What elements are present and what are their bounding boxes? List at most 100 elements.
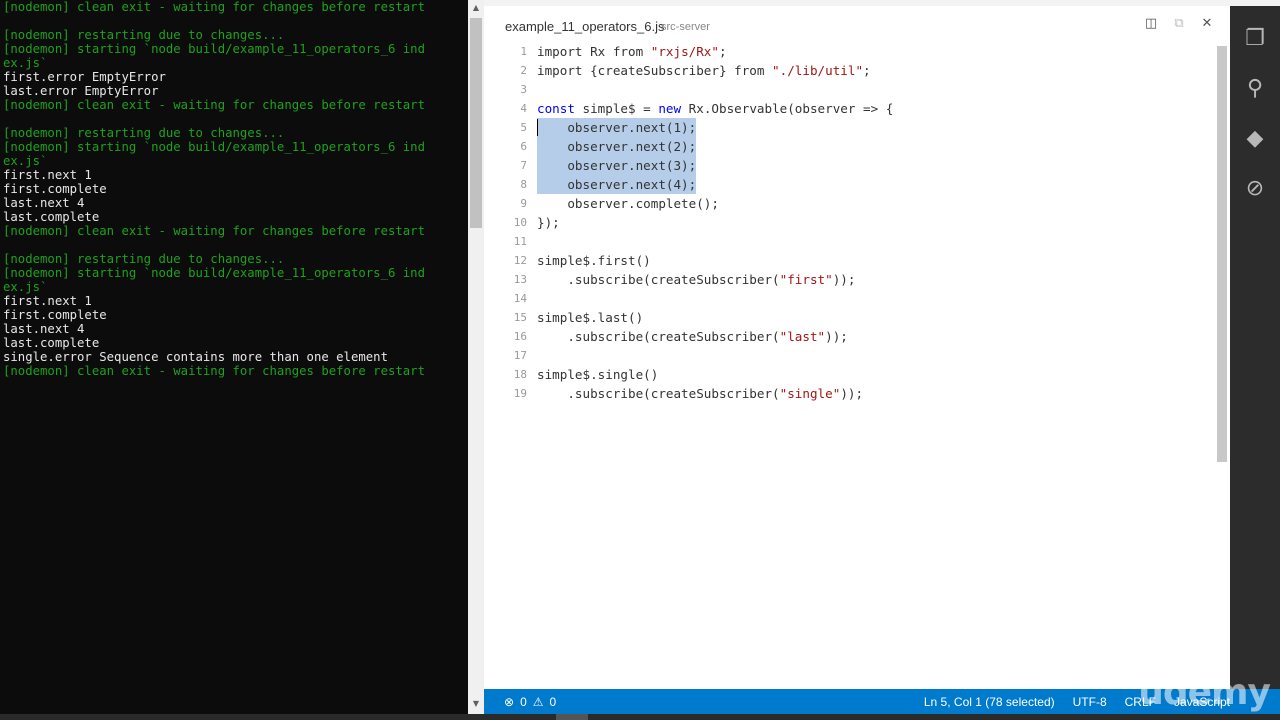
code-line[interactable]: 10}); [484,213,1214,232]
bottom-strip-thumb [556,714,588,720]
code-text: observer.next(4); [537,175,697,194]
code-line[interactable]: 18 simple$.single() [484,365,1214,384]
text-cursor [537,119,538,136]
terminal-line: [nodemon] clean exit - waiting for chang… [3,224,425,238]
code-line[interactable]: 15 simple$.last() [484,308,1214,327]
line-number: 11 [513,235,527,248]
terminal-line: ex.js` [3,154,48,168]
code-token: .subscribe(createSubscriber( [537,386,780,401]
code-text: observer.next(2); [537,137,697,156]
code-line[interactable]: 14 [484,289,1214,308]
code-editor[interactable]: example_11_operators_6.js src-server ◫ ⧉… [484,6,1230,689]
line-number: 19 [513,387,527,400]
line-number: 16 [513,330,527,343]
code-line[interactable]: 17 [484,346,1214,365]
code-text: observer.next(1); [537,118,697,137]
debug-icon[interactable]: ⊘ [1240,174,1270,204]
string-token: "single" [779,386,841,401]
warnings-count[interactable]: 0 [550,695,557,709]
line-number: 10 [513,216,527,229]
code-token: )); [840,386,864,401]
terminal-line: first.next 1 [3,294,92,308]
terminal-line: [nodemon] starting `node build/example_1… [3,266,425,280]
code-line[interactable]: 16 .subscribe(createSubscriber("last")); [484,327,1214,346]
code-token: .subscribe(createSubscriber( [537,329,780,344]
code-token: simple$.single() [537,367,659,382]
editor-scrollbar-thumb[interactable] [1217,46,1227,462]
line-number: 15 [513,311,527,324]
errors-icon[interactable]: ⊗ [504,695,514,709]
code-text: observer.complete(); [537,194,719,213]
terminal-line: last.next 4 [3,322,85,336]
terminal-line: first.complete [3,308,107,322]
bottom-strip [0,714,1280,720]
string-token: "first" [779,272,833,287]
code-token: observer.complete(); [537,196,719,211]
git-icon[interactable]: ◆ [1240,124,1270,154]
code-token: observer.next(1); [537,120,697,135]
code-text: simple$.single() [537,365,658,384]
scroll-up-arrow-icon[interactable]: ▲ [468,0,484,16]
terminal-line: first.next 1 [3,168,92,182]
line-number: 8 [520,178,527,191]
code-line[interactable]: 4 const simple$ = new Rx.Observable(obser… [484,99,1214,118]
encoding-selector[interactable]: UTF-8 [1073,695,1107,709]
terminal-line: first.error EmptyError [3,70,166,84]
code-line[interactable]: 8 observer.next(4); [484,175,1214,194]
code-text: .subscribe(createSubscriber("last")); [537,327,848,346]
code-token: )); [832,272,856,287]
terminal-panel[interactable]: [nodemon] clean exit - waiting for chang… [0,0,468,714]
open-changes-icon[interactable]: ⧉ [1172,16,1186,31]
code-text: simple$.last() [537,308,643,327]
line-number: 17 [513,349,527,362]
terminal-line: [nodemon] starting `node build/example_1… [3,42,425,56]
activity-bar: ❐ ⚲ ◆ ⊘ [1230,6,1280,689]
terminal-line: last.complete [3,210,100,224]
scroll-down-arrow-icon[interactable]: ▼ [468,696,484,712]
keyword-token: new [658,101,682,116]
code-line[interactable]: 12 simple$.first() [484,251,1214,270]
code-line[interactable]: 19 .subscribe(createSubscriber("single")… [484,384,1214,403]
code-token: observer.next(3); [537,158,697,173]
code-line[interactable]: 11 [484,232,1214,251]
editor-scrollbar[interactable] [1214,46,1228,686]
code-line[interactable]: 13 .subscribe(createSubscriber("first"))… [484,270,1214,289]
line-number: 18 [513,368,527,381]
code-text: }); [537,213,560,232]
close-icon[interactable]: ✕ [1200,16,1214,31]
split-editor-icon[interactable]: ◫ [1144,16,1158,31]
code-text: simple$.first() [537,251,651,270]
code-line[interactable]: 2 import {createSubscriber} from "./lib/u… [484,61,1214,80]
line-number: 14 [513,292,527,305]
code-line[interactable]: 5 observer.next(1); [484,118,1214,137]
cursor-position[interactable]: Ln 5, Col 1 (78 selected) [924,695,1055,709]
tab-file-path: src-server [661,21,710,33]
line-number: 13 [513,273,527,286]
search-icon[interactable]: ⚲ [1240,74,1270,104]
udemy-watermark-logo: udemy [1138,672,1271,713]
terminal-scrollbar-thumb[interactable] [470,18,482,228]
line-number: 3 [520,83,527,96]
code-line[interactable]: 1 import Rx from "rxjs/Rx"; [484,42,1214,61]
code-line[interactable]: 3 [484,80,1214,99]
code-line[interactable]: 9 observer.complete(); [484,194,1214,213]
tab-file-name[interactable]: example_11_operators_6.js [505,19,664,34]
terminal-scrollbar[interactable]: ▲ ▼ [468,0,484,714]
code-line[interactable]: 6 observer.next(2); [484,137,1214,156]
line-number: 1 [520,45,527,58]
terminal-line: single.error Sequence contains more than… [3,350,388,364]
terminal-line: [nodemon] restarting due to changes... [3,126,285,140]
warnings-icon[interactable]: ⚠ [533,695,544,709]
terminal-line: last.next 4 [3,196,85,210]
keyword-token: const [537,101,575,116]
string-token: "last" [779,329,826,344]
code-line[interactable]: 7 observer.next(3); [484,156,1214,175]
explorer-icon[interactable]: ❐ [1240,24,1270,54]
errors-count[interactable]: 0 [520,695,527,709]
terminal-line: last.complete [3,336,100,350]
line-number: 2 [520,64,527,77]
code-token: import Rx from [537,44,651,59]
code-lines[interactable]: 1 import Rx from "rxjs/Rx"; 2 import {creat… [484,42,1214,403]
terminal-line: [nodemon] restarting due to changes... [3,28,285,42]
